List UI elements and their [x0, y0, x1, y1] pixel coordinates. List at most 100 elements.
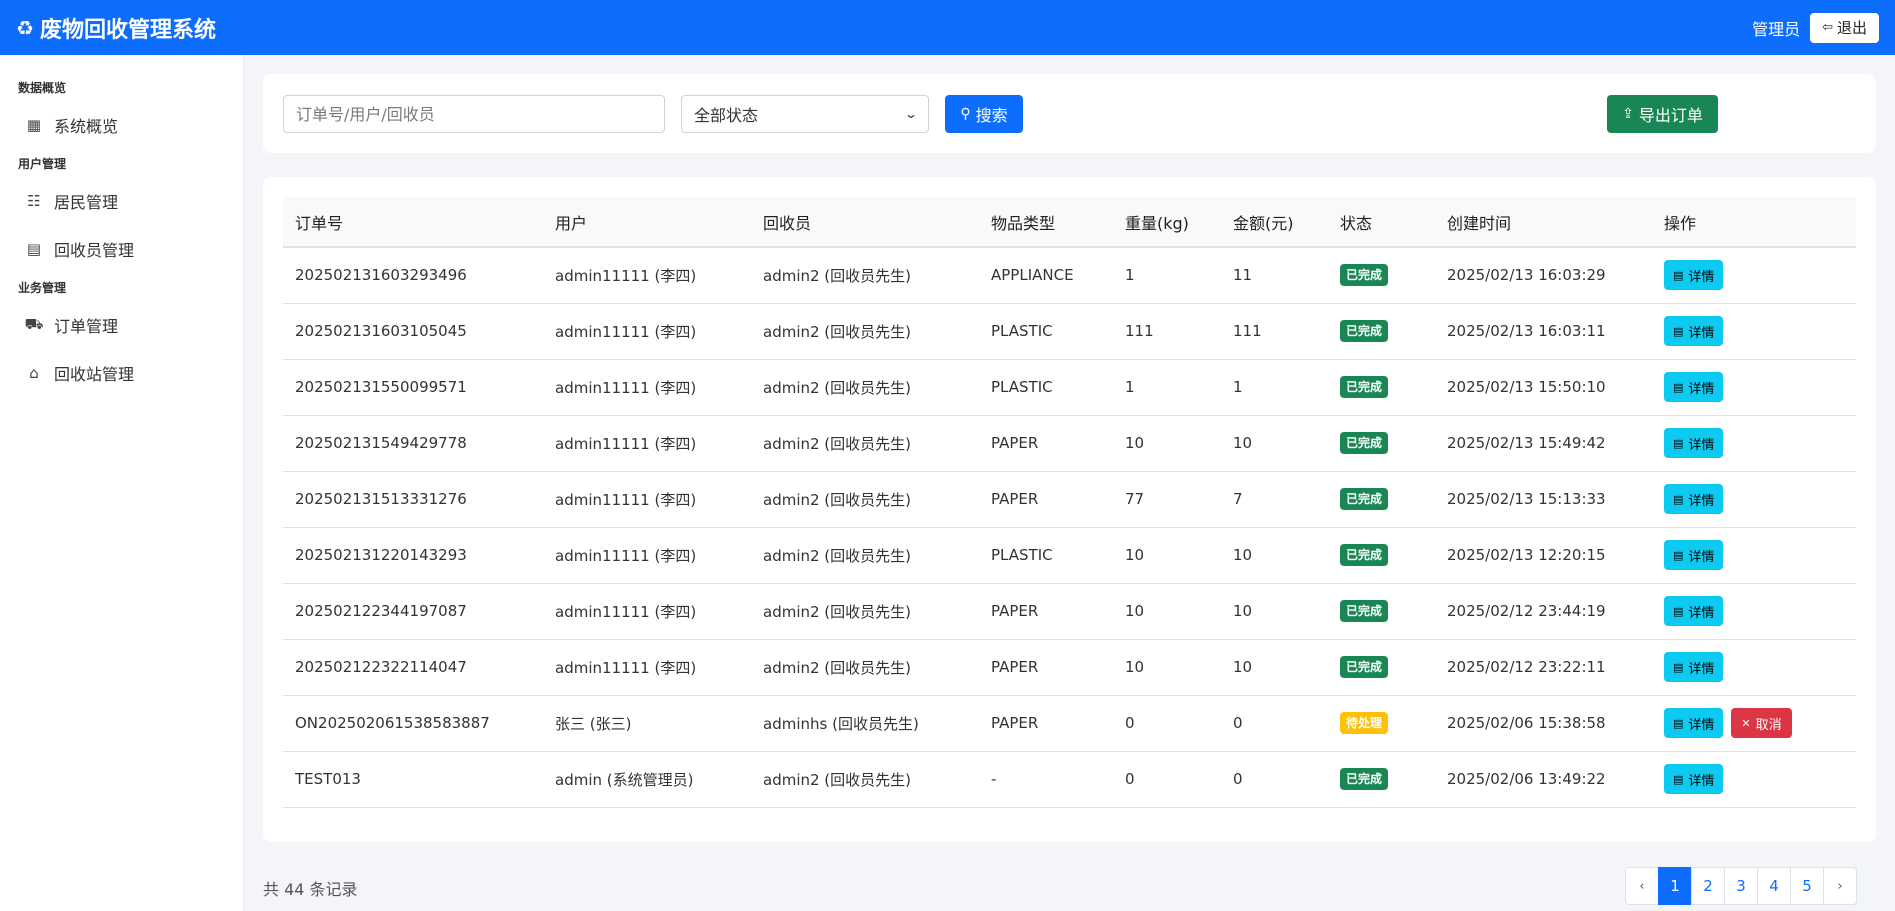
sidebar-item-stations[interactable]: ⌂ 回收站管理 [0, 349, 243, 397]
actions-cell: ▤ 详情 [1652, 359, 1856, 416]
app-title: 废物回收管理系统 [39, 17, 216, 43]
user-cell: admin11111 (李四) [543, 303, 751, 360]
user-cell: admin11111 (李四) [543, 359, 751, 416]
detail-button[interactable]: ▤ 详情 [1664, 316, 1724, 346]
amount-cell: 10 [1221, 415, 1328, 472]
page-button-4[interactable]: 4 [1757, 867, 1791, 905]
status-cell: 已完成 [1328, 247, 1435, 304]
list-icon: ▤ [1673, 436, 1684, 450]
page-prev-button[interactable]: ‹ [1625, 867, 1659, 905]
status-cell: 已完成 [1328, 751, 1435, 808]
column-header: 用户 [543, 197, 751, 248]
detail-button[interactable]: ▤ 详情 [1664, 260, 1724, 291]
detail-button-label: 详情 [1688, 717, 1715, 733]
sidebar-item-orders[interactable]: ⛟ 订单管理 [0, 301, 243, 349]
table-row: 202502131603105045 admin11111 (李四) admin2 … [283, 303, 1856, 360]
status-cell: 已完成 [1328, 527, 1435, 584]
recycle-icon: ♻ [16, 15, 34, 40]
status-cell: 待处理 [1328, 695, 1435, 752]
amount-cell: 10 [1221, 583, 1328, 640]
created-time-cell: 2025/02/12 23:22:11 [1435, 639, 1652, 696]
weight-cell: 10 [1113, 639, 1221, 696]
detail-button[interactable]: ▤ 详情 [1664, 708, 1724, 738]
logout-button[interactable]: ⇦ 退出 [1810, 12, 1879, 43]
created-time-cell: 2025/02/13 15:50:10 [1435, 359, 1652, 416]
created-time-cell: 2025/02/06 13:49:22 [1435, 751, 1652, 808]
user-cell: admin11111 (李四) [543, 527, 751, 584]
sidebar-section-title: 用户管理 [18, 157, 67, 171]
sidebar-item-residents[interactable]: ☷ 居民管理 [0, 177, 243, 225]
brand[interactable]: ♻ 废物回收管理系统 [16, 12, 216, 44]
item-type-cell: PAPER [979, 471, 1113, 528]
orders-table: 订单号 用户 回收员 物品类型 重量(kg) 金额(元) 状态 创建时间 操作 … [283, 197, 1856, 808]
sidebar: 数据概览 ▦ 系统概览 用户管理 ☷ 居民管理 ▤ 回收员管理 业务管理 ⛟ 订… [0, 55, 244, 911]
detail-button[interactable]: ▤ 详情 [1664, 372, 1724, 402]
export-button-label: 导出订单 [1638, 106, 1703, 125]
item-type-cell: PAPER [979, 415, 1113, 472]
cancel-button-label: 取消 [1755, 717, 1782, 733]
page-button-2[interactable]: 2 [1691, 867, 1725, 905]
page-button-1[interactable]: 1 [1658, 867, 1692, 905]
collector-cell: admin2 (回收员先生) [751, 247, 979, 304]
order-number-cell: 202502122344197087 [283, 583, 543, 640]
list-icon: ▤ [1673, 324, 1684, 338]
collector-cell: admin2 (回收员先生) [751, 471, 979, 528]
logout-icon: ⇦ [1822, 20, 1833, 35]
order-number-cell: 202502122322114047 [283, 639, 543, 696]
dashboard-icon: ▦ [26, 116, 42, 134]
order-number-cell: 202502131603105045 [283, 303, 543, 360]
weight-cell: 10 [1113, 527, 1221, 584]
amount-cell: 0 [1221, 695, 1328, 752]
amount-cell: 10 [1221, 527, 1328, 584]
detail-button[interactable]: ▤ 详情 [1664, 484, 1724, 514]
collector-cell: admin2 (回收员先生) [751, 751, 979, 808]
sidebar-item-collectors[interactable]: ▤ 回收员管理 [0, 225, 243, 273]
collector-cell: admin2 (回收员先生) [751, 303, 979, 360]
list-icon: ▤ [1673, 492, 1684, 506]
column-header: 订单号 [283, 197, 543, 248]
column-header: 物品类型 [979, 197, 1113, 248]
item-type-cell: PAPER [979, 583, 1113, 640]
amount-cell: 7 [1221, 471, 1328, 528]
detail-button[interactable]: ▤ 详情 [1664, 596, 1724, 626]
amount-cell: 1 [1221, 359, 1328, 416]
page-next-button[interactable]: › [1823, 867, 1857, 905]
list-icon: ▤ [1673, 772, 1684, 786]
created-time-cell: 2025/02/13 16:03:11 [1435, 303, 1652, 360]
actions-cell: ▤ 详情 [1652, 415, 1856, 472]
detail-button-label: 详情 [1688, 549, 1715, 565]
detail-button[interactable]: ▤ 详情 [1664, 652, 1724, 682]
cancel-order-button[interactable]: ✕ 取消 [1731, 708, 1792, 738]
search-input[interactable] [283, 95, 665, 133]
weight-cell: 1 [1113, 359, 1221, 416]
detail-button[interactable]: ▤ 详情 [1664, 764, 1724, 794]
page-button-3[interactable]: 3 [1724, 867, 1758, 905]
order-number-cell: 202502131220143293 [283, 527, 543, 584]
cart-icon: ⛟ [24, 315, 44, 333]
status-select[interactable]: 全部状态 ⌄ [681, 95, 929, 133]
chevron-down-icon: ⌄ [903, 107, 919, 121]
created-time-cell: 2025/02/13 16:03:29 [1435, 247, 1652, 304]
table-row: ON202502061538583887 张三 (张三) adminhs (回收员先… [283, 695, 1856, 752]
collector-cell: admin2 (回收员先生) [751, 415, 979, 472]
item-type-cell: - [979, 751, 1113, 808]
sidebar-item-overview[interactable]: ▦ 系统概览 [0, 101, 243, 149]
status-badge: 待处理 [1340, 712, 1389, 734]
page-button-5[interactable]: 5 [1790, 867, 1824, 905]
table-row: 202502131220143293 admin11111 (李四) admin2 … [283, 527, 1856, 584]
created-time-cell: 2025/02/13 15:13:33 [1435, 471, 1652, 528]
actions-cell: ▤ 详情 [1652, 527, 1856, 584]
export-orders-button[interactable]: ⇪ 导出订单 [1607, 95, 1718, 133]
sidebar-item-label: 系统概览 [54, 117, 119, 136]
actions-cell: ▤ 详情 [1652, 247, 1856, 304]
detail-button[interactable]: ▤ 详情 [1664, 540, 1724, 570]
detail-button[interactable]: ▤ 详情 [1664, 428, 1724, 458]
detail-button-label: 详情 [1688, 773, 1715, 789]
status-badge: 已完成 [1340, 264, 1389, 287]
table-row: 202502122322114047 admin11111 (李四) admin2 … [283, 639, 1856, 696]
list-icon: ▤ [1673, 716, 1684, 730]
search-button[interactable]: ⚲ 搜索 [945, 95, 1023, 133]
list-icon: ▤ [1673, 268, 1684, 282]
amount-cell: 111 [1221, 303, 1328, 360]
column-header: 状态 [1328, 197, 1435, 248]
